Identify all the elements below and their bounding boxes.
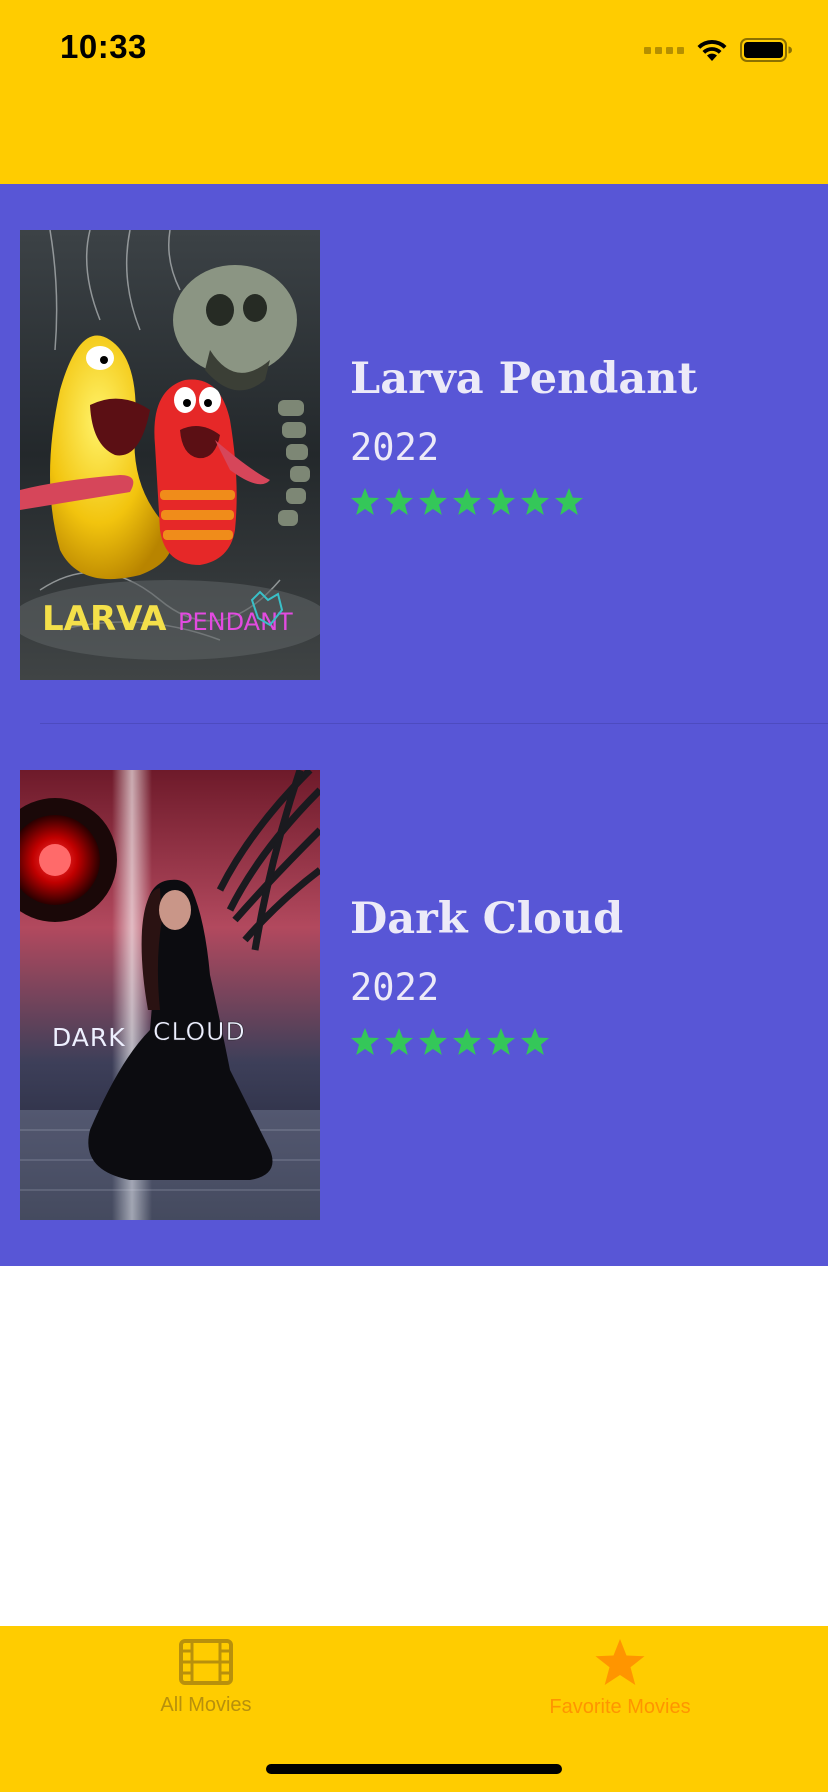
poster-subtitle-text: CLOUD	[153, 1017, 246, 1046]
rating-star-icon	[385, 1028, 413, 1055]
tab-label: All Movies	[160, 1694, 252, 1716]
rating-stars	[350, 487, 697, 517]
tab-label: Favorite Movies	[549, 1696, 691, 1718]
status-time: 10:33	[60, 28, 147, 65]
home-indicator[interactable]	[266, 1764, 562, 1774]
rating-star-icon	[521, 1028, 549, 1055]
rating-star-icon	[419, 488, 447, 515]
poster-title-text: DARK	[52, 1023, 126, 1052]
wifi-icon	[697, 39, 727, 61]
rating-star-icon	[419, 1028, 447, 1055]
movie-row[interactable]: DARK CLOUD Dark Cloud 2022	[0, 724, 828, 1264]
rating-star-icon	[487, 488, 515, 515]
poster-title-text: LARVA	[42, 599, 167, 639]
movie-title: Larva Pendant	[350, 354, 698, 404]
movie-year: 2022	[350, 426, 440, 469]
tab-bar: All Movies Favorite Movies	[0, 1626, 828, 1792]
movie-poster: DARK CLOUD	[20, 770, 320, 1220]
rating-star-icon	[555, 488, 583, 515]
rating-star-icon	[351, 488, 379, 515]
rating-star-icon	[351, 1028, 379, 1055]
movie-info: Dark Cloud 2022	[350, 894, 623, 1057]
film-icon	[179, 1639, 233, 1685]
rating-star-icon	[487, 1028, 515, 1055]
navigation-header: 10:33	[0, 0, 828, 184]
movie-poster: LARVA PENDANT	[20, 230, 320, 680]
star-icon	[595, 1639, 645, 1685]
tab-all-movies[interactable]: All Movies	[56, 1638, 356, 1717]
status-indicators	[644, 34, 792, 66]
movie-list[interactable]: LARVA PENDANT Larva Pendant 2022 DARK CL…	[0, 184, 828, 1266]
battery-icon	[740, 38, 792, 62]
rating-star-icon	[521, 488, 549, 515]
tab-favorite-movies[interactable]: Favorite Movies	[470, 1638, 770, 1719]
movie-row[interactable]: LARVA PENDANT Larva Pendant 2022	[0, 184, 828, 724]
poster-subtitle-text: PENDANT	[178, 608, 293, 636]
rating-stars	[350, 1027, 623, 1057]
movie-year: 2022	[350, 966, 440, 1009]
screen: 10:33 LARVA PENDANT Larva Pendant 2022 D…	[0, 0, 828, 1792]
movie-title: Dark Cloud	[350, 894, 624, 944]
rating-star-icon	[453, 1028, 481, 1055]
rating-star-icon	[453, 488, 481, 515]
rating-star-icon	[385, 488, 413, 515]
cellular-signal-icon	[644, 46, 684, 54]
movie-info: Larva Pendant 2022	[350, 354, 697, 517]
